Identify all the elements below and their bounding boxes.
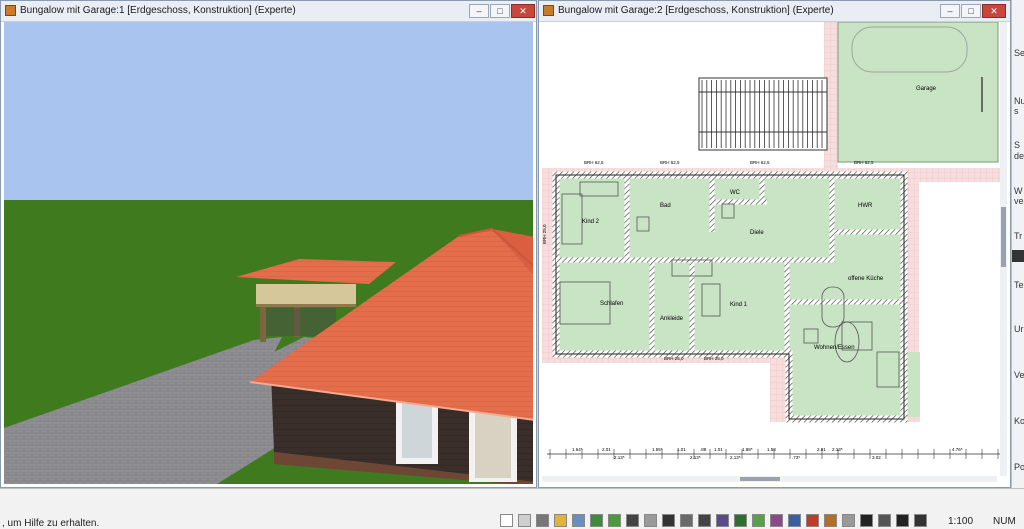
panel-item[interactable]: Tr <box>1014 231 1022 241</box>
stripes-icon[interactable] <box>842 514 855 527</box>
chair-icon[interactable] <box>716 514 729 527</box>
app-icon <box>5 5 16 16</box>
box-icon[interactable] <box>806 514 819 527</box>
room-label-hwr: HWR <box>858 203 873 209</box>
tools-panel[interactable]: Se Nu s S de W ver Tr Te Ur Ve Ko Po <box>1011 0 1024 488</box>
horizontal-scroll-thumb[interactable] <box>740 477 780 481</box>
panel-splitter-handle[interactable] <box>1012 250 1024 262</box>
rect-icon[interactable] <box>500 514 513 527</box>
panel-item[interactable]: ver <box>1014 196 1024 206</box>
plan-viewport[interactable]: Garage Kind 2 Bad WC HWR Diele Schlafen … <box>542 22 1007 484</box>
close-button[interactable]: ✕ <box>982 4 1006 18</box>
dimension-label: 1.01 <box>714 447 723 452</box>
view-3d-viewport[interactable] <box>4 22 533 484</box>
room-label-garage: Garage <box>916 86 937 92</box>
text-abc-icon2[interactable] <box>896 514 909 527</box>
dimension-label: 1.64⁵ <box>572 447 583 452</box>
brh-label: BRH 62,5 <box>584 160 604 165</box>
room-label-kind2: Kind 2 <box>582 219 600 225</box>
railing-icon[interactable] <box>644 514 657 527</box>
minimize-button[interactable]: – <box>940 4 960 18</box>
plant2-icon[interactable] <box>752 514 765 527</box>
sky <box>4 22 533 202</box>
room-label-wc: WC <box>730 190 741 196</box>
close-button[interactable]: ✕ <box>511 4 535 18</box>
pin-icon[interactable] <box>878 514 891 527</box>
panel-item[interactable]: de <box>1014 151 1024 161</box>
plan-2d-window[interactable]: Bungalow mit Garage:2 [Erdgeschoss, Kons… <box>538 0 1011 488</box>
view-3d-title: Bungalow mit Garage:1 [Erdgeschoss, Kons… <box>20 5 296 16</box>
brh-label: BRH 62,5 <box>660 160 680 165</box>
panel-item[interactable]: Ve <box>1014 370 1024 380</box>
cloud-icon[interactable] <box>572 514 585 527</box>
people-icon[interactable] <box>662 514 675 527</box>
brh-label: BRH 62,5 <box>854 160 874 165</box>
tree-icon[interactable] <box>734 514 747 527</box>
minimize-button[interactable]: – <box>469 4 489 18</box>
dimension-label: 2.13⁵ <box>690 455 701 460</box>
stairs-icon[interactable] <box>626 514 639 527</box>
plan-2d-title: Bungalow mit Garage:2 [Erdgeschoss, Kons… <box>558 5 834 16</box>
bike-icon[interactable] <box>698 514 711 527</box>
brh-label: BRH 62,5 <box>750 160 770 165</box>
status-help-text: , um Hilfe zu erhalten. <box>2 518 100 529</box>
zoom-level[interactable]: 1:100 <box>948 516 973 527</box>
room-label-schlafen: Schlafen <box>600 301 623 307</box>
terrain-icon[interactable] <box>590 514 603 527</box>
floor-plan: Garage Kind 2 Bad WC HWR Diele Schlafen … <box>542 22 1007 484</box>
texture-icon[interactable] <box>824 514 837 527</box>
shrub-icon[interactable] <box>770 514 783 527</box>
view-3d-window[interactable]: Bungalow mit Garage:1 [Erdgeschoss, Kons… <box>0 0 537 488</box>
room-label-kueche: offene Küche <box>848 276 884 282</box>
car-icon[interactable] <box>788 514 801 527</box>
text-abc-icon[interactable] <box>860 514 873 527</box>
app-icon <box>543 5 554 16</box>
panel-item[interactable]: Ko <box>1014 416 1024 426</box>
panel-item[interactable]: Te <box>1014 280 1024 290</box>
dimension-label: 1.88⁵ <box>742 447 753 452</box>
panel-item[interactable]: Se <box>1014 48 1024 58</box>
dimension-label: 1.58 <box>767 447 776 452</box>
dimension-label: 1.55⁵ <box>652 447 663 452</box>
pencil-icon[interactable] <box>554 514 567 527</box>
room-label-kind1: Kind 1 <box>730 302 748 308</box>
scene-3d <box>4 22 533 484</box>
room-label-ankleide: Ankleide <box>660 316 684 322</box>
carport-beam <box>256 284 356 304</box>
dimension-label: 2.13⁵ <box>730 455 741 460</box>
garage-room <box>837 22 999 163</box>
dimension-label: 2.01 <box>817 447 826 452</box>
view-3d-titlebar[interactable]: Bungalow mit Garage:1 [Erdgeschoss, Kons… <box>1 1 536 22</box>
maximize-button[interactable]: □ <box>490 4 510 18</box>
brh-label: BRH 25,0 <box>704 356 724 361</box>
maximize-button[interactable]: □ <box>961 4 981 18</box>
plant-icon[interactable] <box>608 514 621 527</box>
plan-2d-titlebar[interactable]: Bungalow mit Garage:2 [Erdgeschoss, Kons… <box>539 1 1010 22</box>
dimension-label: 4.76⁵ <box>952 447 963 452</box>
camera-icon[interactable] <box>914 514 927 527</box>
panel-item[interactable]: S <box>1014 140 1020 150</box>
dimension-label: 2.01 <box>602 447 611 452</box>
panel-item[interactable]: W <box>1014 186 1023 196</box>
num-lock-indicator: NUM <box>993 516 1016 527</box>
panel-item[interactable]: Po <box>1014 462 1024 472</box>
dimension-label: 2.13⁵ <box>614 455 625 460</box>
room-label-diele: Diele <box>750 230 764 236</box>
dimension-label: .73⁵ <box>792 455 800 460</box>
panel-item[interactable]: Nu <box>1014 96 1024 106</box>
panel-item[interactable]: s <box>1014 106 1019 116</box>
grid-icon[interactable] <box>518 514 531 527</box>
vertical-scroll-thumb[interactable] <box>1001 207 1006 267</box>
furniture-icon[interactable] <box>680 514 693 527</box>
room-label-bad: Bad <box>660 203 671 209</box>
brh-label: BRH 25,0 <box>664 356 684 361</box>
panel-item[interactable]: Ur <box>1014 324 1024 334</box>
table-icon[interactable] <box>536 514 549 527</box>
dimension-label: 3.02 <box>872 455 881 460</box>
dimension-label: 1.01 <box>677 447 686 452</box>
brh-label: BRH 25,0 <box>542 224 547 244</box>
dimension-label: 2.13⁵ <box>832 447 843 452</box>
room-label-wohnen: Wohnen/Essen <box>814 345 855 351</box>
dimension-label: .88 <box>700 447 707 452</box>
